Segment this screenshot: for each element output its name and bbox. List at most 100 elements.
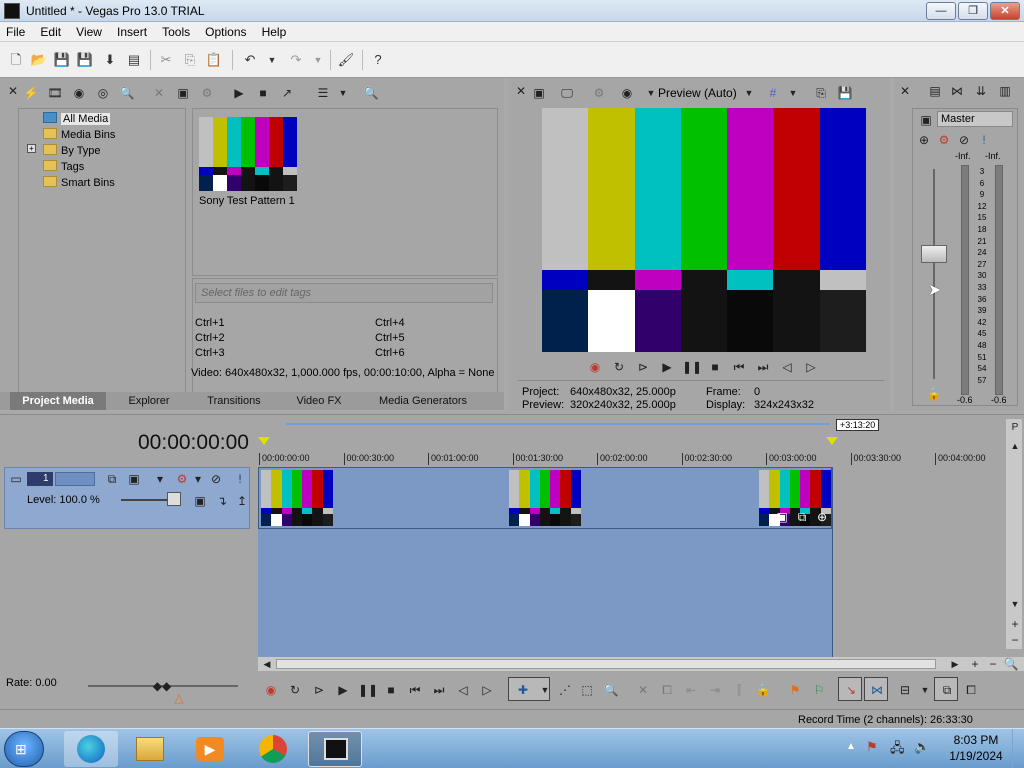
close-button[interactable]: ✕ xyxy=(990,2,1020,20)
timeline-ruler[interactable]: +3:13:20 00:00:00:00 00:00:30:00 00:01:00:… xyxy=(258,415,1004,465)
shortcut-ctrl2[interactable]: Ctrl+2 xyxy=(195,332,225,344)
zoom-in-horizontal-icon[interactable]: + xyxy=(966,655,984,673)
tab-project-media[interactable]: Project Media xyxy=(10,392,106,410)
mute-icon[interactable]: ⊘ xyxy=(955,131,973,149)
master-properties-icon[interactable]: ▣ xyxy=(917,111,935,129)
event-pan-crop-icon[interactable]: ⧉ xyxy=(793,508,811,526)
maximize-button[interactable]: ❐ xyxy=(958,2,988,20)
scroll-right-icon[interactable]: ▶ xyxy=(946,655,964,673)
master-fader[interactable] xyxy=(921,245,947,263)
zoom-tool-icon[interactable]: 🔍 xyxy=(1002,655,1020,673)
enable-snapping-icon[interactable]: 🖌 xyxy=(336,50,356,70)
event-fx-plus-icon[interactable]: ⊕ xyxy=(813,508,831,526)
mute-track-icon[interactable]: ⊘ xyxy=(207,470,225,488)
new-project-icon[interactable]: 🗋 xyxy=(6,50,26,70)
get-media-from-cd-icon[interactable]: ◎ xyxy=(94,84,112,102)
whats-this-help-icon[interactable]: ? xyxy=(368,50,388,70)
vertical-scrollbar[interactable]: P ▲ ▼ + − xyxy=(1006,419,1022,649)
lock-event-icon[interactable]: 🔒 xyxy=(754,681,772,699)
clock-time[interactable]: 8:03 PM xyxy=(946,733,1006,747)
play-icon[interactable]: ▶ xyxy=(658,358,676,376)
next-frame-icon[interactable]: ▷ xyxy=(478,681,496,699)
master-label[interactable]: Master xyxy=(937,111,1013,127)
overlays-dropdown-icon[interactable]: ▼ xyxy=(784,84,802,102)
scroll-left-icon[interactable]: ◀ xyxy=(258,655,276,673)
menu-tools[interactable]: Tools xyxy=(156,22,196,42)
horizontal-scroll-thumb[interactable] xyxy=(276,659,936,669)
capture-video-icon[interactable]: 🎞 xyxy=(46,84,64,102)
close-panel-icon[interactable]: ✕ xyxy=(896,82,914,100)
menu-file[interactable]: File xyxy=(0,22,31,42)
taskbar-vegas[interactable] xyxy=(308,731,362,767)
tree-item-smart-bins[interactable]: Smart Bins xyxy=(43,175,115,191)
tab-transitions[interactable]: Transitions xyxy=(192,392,276,410)
compositing-dropdown-icon[interactable]: ▾ xyxy=(151,470,169,488)
external-monitor-icon[interactable]: 🖵 xyxy=(558,84,576,102)
save-snapshot-icon[interactable]: 💾 xyxy=(836,84,854,102)
taskbar-edge[interactable] xyxy=(64,731,118,767)
render-as-icon[interactable]: ⬇ xyxy=(100,50,120,70)
paste-icon[interactable]: 📋 xyxy=(204,50,224,70)
stop-icon[interactable]: ■ xyxy=(382,681,400,699)
close-panel-icon[interactable]: ✕ xyxy=(512,82,530,100)
save-icon[interactable]: 💾 xyxy=(52,50,72,70)
save-as-icon[interactable]: 💾 xyxy=(75,50,95,70)
event-fx-icon[interactable]: ▣ xyxy=(773,508,791,526)
track-name-input[interactable] xyxy=(55,472,95,486)
track-list-menu-icon[interactable]: P xyxy=(1006,419,1024,437)
views-icon[interactable]: ☰ xyxy=(314,84,332,102)
shortcut-ctrl1[interactable]: Ctrl+1 xyxy=(195,317,225,329)
volume-icon[interactable]: 🔈 xyxy=(914,739,930,755)
ripple-dropdown-icon[interactable]: ▼ xyxy=(916,681,934,699)
track-minimize-icon[interactable]: ▭ xyxy=(7,470,25,488)
next-frame-icon[interactable]: ▷ xyxy=(802,358,820,376)
taskbar-explorer[interactable] xyxy=(122,731,176,767)
composite-parent-icon[interactable]: ▣ xyxy=(191,492,209,510)
previous-frame-icon[interactable]: ◁ xyxy=(778,358,796,376)
mixer-properties-icon[interactable]: ▤ xyxy=(926,82,944,100)
menu-edit[interactable]: Edit xyxy=(34,22,67,42)
media-thumbnail[interactable] xyxy=(199,117,297,191)
trim-icon[interactable]: ⧠ xyxy=(658,681,676,699)
insert-marker-icon[interactable]: ⚑ xyxy=(786,681,804,699)
close-panel-icon[interactable]: ✕ xyxy=(4,82,22,100)
trim-start-icon[interactable]: ⇤ xyxy=(682,681,700,699)
shortcut-ctrl3[interactable]: Ctrl+3 xyxy=(195,347,225,359)
tree-expander-icon[interactable]: + xyxy=(27,144,36,153)
ripple-mode-icon[interactable]: ⊟ xyxy=(896,681,914,699)
master-fx-icon[interactable]: ⊕ xyxy=(915,131,933,149)
envelope-edit-tool-icon[interactable]: ⋰ xyxy=(556,681,574,699)
tree-item-media-bins[interactable]: Media Bins xyxy=(43,127,115,143)
video-event[interactable]: ▣ ⧉ ⊕ xyxy=(258,467,832,529)
clock-date[interactable]: 1/19/2024 xyxy=(946,749,1006,763)
import-media-icon[interactable]: ⚡ xyxy=(22,84,40,102)
tab-video-fx[interactable]: Video FX xyxy=(280,392,358,410)
menu-view[interactable]: View xyxy=(70,22,108,42)
solo-track-icon[interactable]: ! xyxy=(231,470,249,488)
get-media-web-icon[interactable]: ◉ xyxy=(70,84,88,102)
stop-icon[interactable]: ■ xyxy=(706,358,724,376)
insert-region-icon[interactable]: ⚐ xyxy=(810,681,828,699)
copy-snapshot-icon[interactable]: ⎘ xyxy=(812,84,830,102)
start-preview-icon[interactable]: ▶ xyxy=(230,84,248,102)
make-compositing-child-icon[interactable]: ↴ xyxy=(213,492,231,510)
edit-tool-dropdown-icon[interactable]: ▼ xyxy=(536,681,554,699)
track-motion-icon[interactable]: ⧉ xyxy=(103,470,121,488)
make-compositing-parent-icon[interactable]: ↥ xyxy=(233,492,251,510)
tree-item-tags[interactable]: Tags xyxy=(43,159,84,175)
preview-quality-select[interactable]: Preview (Auto) xyxy=(658,86,737,100)
show-desktop-button[interactable] xyxy=(1012,729,1024,768)
remove-media-icon[interactable]: ✕ xyxy=(150,84,168,102)
action-center-icon[interactable]: ⚑ xyxy=(866,739,878,755)
menu-insert[interactable]: Insert xyxy=(111,22,153,42)
stop-preview-icon[interactable]: ■ xyxy=(254,84,272,102)
delete-icon[interactable]: ✕ xyxy=(634,681,652,699)
loop-end-marker-icon[interactable] xyxy=(826,437,838,445)
shortcut-ctrl4[interactable]: Ctrl+4 xyxy=(375,317,405,329)
auto-preview-icon[interactable]: ↗ xyxy=(278,84,296,102)
undo-icon[interactable]: ↶ xyxy=(240,50,260,70)
bus-fx-icon[interactable]: ⚙ xyxy=(935,131,953,149)
tree-item-all-media[interactable]: All Media xyxy=(43,111,111,127)
ignore-event-grouping-icon[interactable]: ⧠ xyxy=(962,681,980,699)
go-to-end-icon[interactable]: ⏭ xyxy=(754,358,772,376)
